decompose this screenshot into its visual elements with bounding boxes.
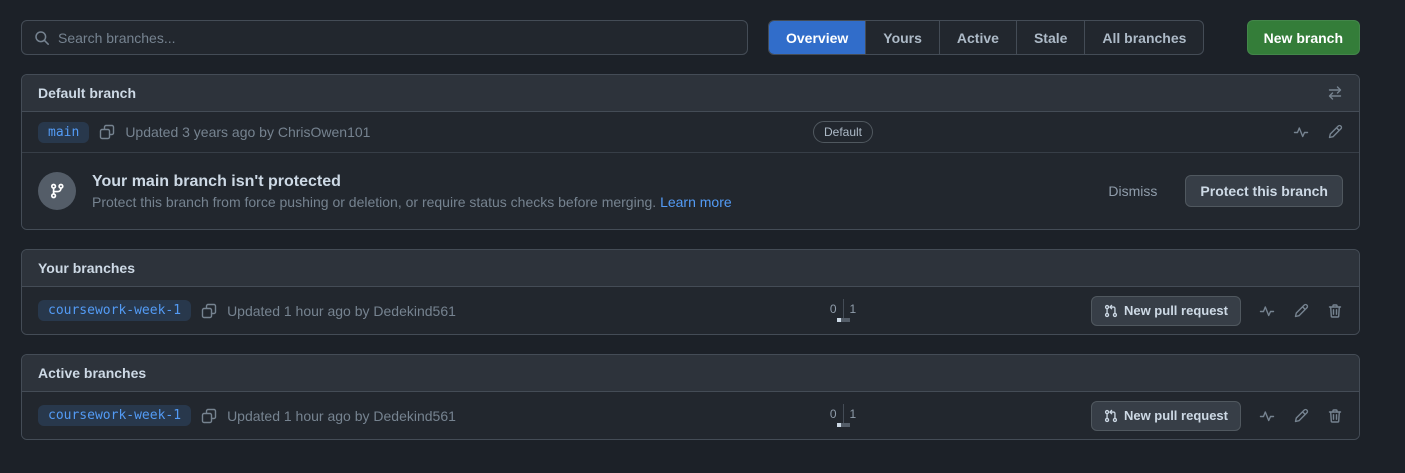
branch-activity-button[interactable] xyxy=(1259,408,1275,424)
copy-branch-name-button[interactable] xyxy=(201,303,217,319)
active-branch-row: coursework-week-1 Updated 1 hour ago by … xyxy=(22,392,1359,439)
search-branches-box[interactable] xyxy=(21,20,748,55)
new-pull-request-label: New pull request xyxy=(1124,303,1228,318)
branch-link-coursework-week-1[interactable]: coursework-week-1 xyxy=(38,300,191,321)
ahead-behind-counter: 0 1 xyxy=(824,404,862,427)
branch-protection-notice: Your main branch isn't protected Protect… xyxy=(22,152,1359,229)
pencil-icon xyxy=(1293,303,1309,319)
copy-icon xyxy=(201,303,217,319)
ahead-behind-counter: 0 1 xyxy=(824,299,862,322)
branch-activity-button[interactable] xyxy=(1259,303,1275,319)
git-branch-icon xyxy=(38,172,76,210)
tab-active[interactable]: Active xyxy=(939,21,1016,54)
git-pull-request-icon xyxy=(1104,409,1118,423)
branch-link-main[interactable]: main xyxy=(38,122,89,143)
default-branch-row: main Updated 3 years ago by ChrisOwen101… xyxy=(22,112,1359,152)
active-branches-header: Active branches xyxy=(22,355,1359,392)
pulse-icon xyxy=(1259,408,1275,424)
notice-description-text: Protect this branch from force pushing o… xyxy=(92,194,656,210)
branch-activity-button[interactable] xyxy=(1293,124,1309,140)
ahead-count: 1 xyxy=(844,302,863,316)
active-branches-panel: Active branches coursework-week-1 Update… xyxy=(21,354,1360,440)
section-title: Your branches xyxy=(38,260,763,276)
dismiss-button[interactable]: Dismiss xyxy=(1108,183,1157,199)
branches-page: Overview Yours Active Stale All branches… xyxy=(21,20,1360,440)
search-branches-input[interactable] xyxy=(58,30,735,46)
new-pull-request-button[interactable]: New pull request xyxy=(1091,296,1241,326)
copy-branch-name-button[interactable] xyxy=(201,408,217,424)
switch-default-branch-button[interactable] xyxy=(1327,85,1343,101)
pencil-icon xyxy=(1327,124,1343,140)
ahead-count: 1 xyxy=(844,407,863,421)
new-pull-request-label: New pull request xyxy=(1124,408,1228,423)
rename-branch-button[interactable] xyxy=(1293,408,1309,424)
tab-stale[interactable]: Stale xyxy=(1016,21,1084,54)
ahead-bar xyxy=(841,423,850,427)
copy-icon xyxy=(201,408,217,424)
new-pull-request-button[interactable]: New pull request xyxy=(1091,401,1241,431)
ahead-bar xyxy=(841,318,850,322)
rename-branch-button[interactable] xyxy=(1293,303,1309,319)
notice-title: Your main branch isn't protected xyxy=(92,173,1092,191)
top-bar: Overview Yours Active Stale All branches… xyxy=(21,20,1360,55)
behind-count: 0 xyxy=(824,407,843,421)
tab-overview[interactable]: Overview xyxy=(769,21,865,54)
trash-icon xyxy=(1327,303,1343,319)
arrow-switch-icon xyxy=(1327,85,1343,101)
branch-updated-text: Updated 1 hour ago by Dedekind561 xyxy=(227,408,456,424)
pulse-icon xyxy=(1293,124,1309,140)
search-icon xyxy=(34,30,50,46)
behind-count: 0 xyxy=(824,302,843,316)
copy-icon xyxy=(99,124,115,140)
your-branches-panel: Your branches coursework-week-1 Updated … xyxy=(21,249,1360,335)
notice-description: Protect this branch from force pushing o… xyxy=(92,194,1092,210)
copy-branch-name-button[interactable] xyxy=(99,124,115,140)
default-branch-header: Default branch xyxy=(22,75,1359,112)
branch-filter-tabs: Overview Yours Active Stale All branches xyxy=(768,20,1204,55)
branch-link-coursework-week-1[interactable]: coursework-week-1 xyxy=(38,405,191,426)
tab-yours[interactable]: Yours xyxy=(865,21,939,54)
new-branch-button[interactable]: New branch xyxy=(1247,20,1360,55)
branch-updated-text: Updated 1 hour ago by Dedekind561 xyxy=(227,303,456,319)
branch-updated-text: Updated 3 years ago by ChrisOwen101 xyxy=(125,124,370,140)
your-branches-header: Your branches xyxy=(22,250,1359,287)
delete-branch-button[interactable] xyxy=(1327,303,1343,319)
your-branch-row: coursework-week-1 Updated 1 hour ago by … xyxy=(22,287,1359,334)
pulse-icon xyxy=(1259,303,1275,319)
git-pull-request-icon xyxy=(1104,304,1118,318)
tab-all-branches[interactable]: All branches xyxy=(1084,21,1203,54)
default-branch-panel: Default branch main xyxy=(21,74,1360,230)
section-title: Default branch xyxy=(38,85,763,101)
delete-branch-button[interactable] xyxy=(1327,408,1343,424)
learn-more-link[interactable]: Learn more xyxy=(660,194,732,210)
trash-icon xyxy=(1327,408,1343,424)
rename-branch-button[interactable] xyxy=(1327,124,1343,140)
default-badge: Default xyxy=(813,121,873,143)
pencil-icon xyxy=(1293,408,1309,424)
protect-branch-button[interactable]: Protect this branch xyxy=(1185,175,1343,207)
section-title: Active branches xyxy=(38,365,763,381)
